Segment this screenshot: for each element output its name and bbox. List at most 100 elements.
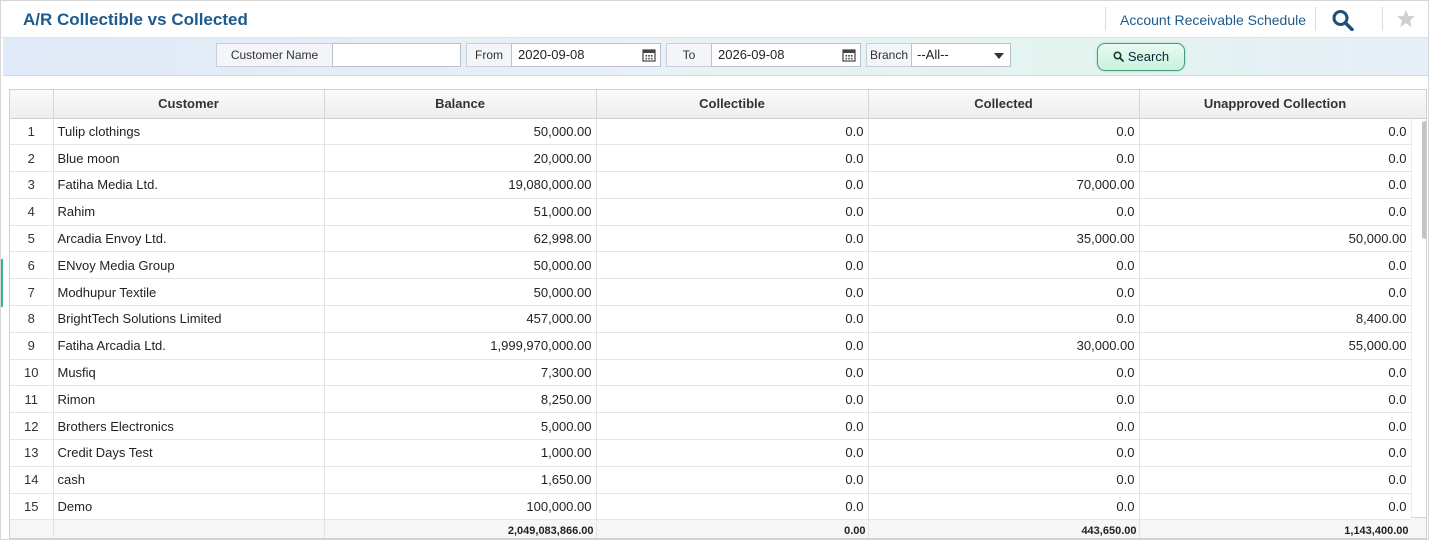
unapproved-collection-cell: 8,400.00	[1139, 305, 1412, 333]
search-icon[interactable]	[1331, 9, 1355, 32]
row-index: 5	[10, 225, 54, 253]
calendar-icon[interactable]	[842, 48, 856, 62]
collected-cell: 0.0	[868, 359, 1140, 387]
collected-cell: 0.0	[868, 144, 1140, 173]
collected-cell: 0.0	[868, 466, 1140, 494]
totals-cell-index	[10, 519, 54, 538]
balance-cell: 5,000.00	[324, 412, 597, 441]
table-row[interactable]: 7 Modhupur Textile 50,000.00 0.0 0.0 0.0	[10, 278, 1412, 307]
collectible-cell: 0.0	[596, 332, 869, 360]
unapproved-collection-cell: 0.0	[1139, 359, 1412, 387]
collectible-cell: 0.0	[596, 305, 869, 333]
row-index: 6	[10, 251, 54, 280]
filter-bar: Customer Name From 2020-09-08 To 2026-09…	[3, 38, 1428, 76]
chevron-down-icon	[994, 53, 1004, 59]
unapproved-collection-cell: 0.0	[1139, 171, 1412, 199]
table-row[interactable]: 10 Musfiq 7,300.00 0.0 0.0 0.0	[10, 359, 1412, 387]
collected-cell: 30,000.00	[868, 332, 1140, 360]
footer-scroll-spacer	[1411, 517, 1426, 538]
collected-cell: 0.0	[868, 251, 1140, 280]
collected-cell: 0.0	[868, 305, 1140, 333]
to-date-input[interactable]: 2026-09-08	[711, 43, 861, 67]
to-date-value: 2026-09-08	[718, 47, 785, 62]
row-index: 14	[10, 466, 54, 494]
results-table: Customer Balance Collectible Collected U…	[10, 90, 1412, 538]
table-row[interactable]: 13 Credit Days Test 1,000.00 0.0 0.0 0.0	[10, 439, 1412, 467]
unapproved-collection-cell: 0.0	[1139, 439, 1412, 467]
table-body: 1 Tulip clothings 50,000.00 0.0 0.0 0.0 2 Blue …	[10, 118, 1412, 521]
collected-cell: 0.0	[868, 278, 1140, 307]
collectible-cell: 0.0	[596, 171, 869, 199]
star-icon[interactable]	[1396, 9, 1416, 29]
row-index: 2	[10, 144, 54, 173]
balance-cell: 7,300.00	[324, 359, 597, 387]
account-receivable-schedule-link[interactable]: Account Receivable Schedule	[1120, 12, 1306, 28]
side-accent-bar	[1, 259, 3, 307]
table-row[interactable]: 1 Tulip clothings 50,000.00 0.0 0.0 0.0	[10, 118, 1412, 146]
collectible-cell: 0.0	[596, 466, 869, 494]
customer-cell: Arcadia Envoy Ltd.	[53, 225, 325, 253]
page-title: A/R Collectible vs Collected	[23, 10, 248, 29]
unapproved-collection-cell: 0.0	[1139, 144, 1412, 173]
app-window: A/R Collectible vs Collected Account Rec…	[0, 0, 1429, 540]
page-header: A/R Collectible vs Collected Account Rec…	[1, 1, 1428, 38]
total-collected: 443,650.00	[868, 519, 1140, 538]
collectible-cell: 0.0	[596, 144, 869, 173]
customer-cell: Tulip clothings	[53, 118, 325, 146]
collected-cell: 0.0	[868, 385, 1140, 414]
unapproved-collection-cell: 0.0	[1139, 198, 1412, 226]
header-divider	[1382, 7, 1383, 31]
table-row[interactable]: 4 Rahim 51,000.00 0.0 0.0 0.0	[10, 198, 1412, 226]
balance-cell: 8,250.00	[324, 385, 597, 414]
header-divider	[1105, 7, 1106, 31]
column-header-collected[interactable]: Collected	[868, 90, 1140, 119]
vertical-scrollbar[interactable]	[1411, 119, 1426, 517]
customer-cell: ENvoy Media Group	[53, 251, 325, 280]
collectible-cell: 0.0	[596, 278, 869, 307]
customer-cell: Brothers Electronics	[53, 412, 325, 441]
column-header-customer[interactable]: Customer	[53, 90, 325, 119]
column-header-collectible[interactable]: Collectible	[596, 90, 869, 119]
customer-cell: BrightTech Solutions Limited	[53, 305, 325, 333]
branch-select[interactable]: --All--	[911, 43, 1011, 67]
column-header-balance[interactable]: Balance	[324, 90, 597, 119]
from-date-input[interactable]: 2020-09-08	[511, 43, 661, 67]
balance-cell: 50,000.00	[324, 278, 597, 307]
calendar-icon[interactable]	[642, 48, 656, 62]
table-row[interactable]: 8 BrightTech Solutions Limited 457,000.00 0…	[10, 305, 1412, 333]
collectible-cell: 0.0	[596, 439, 869, 467]
table-row[interactable]: 6 ENvoy Media Group 50,000.00 0.0 0.0 0.0	[10, 251, 1412, 280]
customer-name-label: Customer Name	[216, 43, 333, 67]
table-row[interactable]: 11 Rimon 8,250.00 0.0 0.0 0.0	[10, 385, 1412, 414]
total-collectible: 0.00	[596, 519, 869, 538]
collectible-cell: 0.0	[596, 118, 869, 146]
balance-cell: 51,000.00	[324, 198, 597, 226]
results-grid: Customer Balance Collectible Collected U…	[9, 89, 1427, 539]
column-header-unapproved-collection[interactable]: Unapproved Collection	[1139, 90, 1412, 119]
customer-name-input[interactable]	[332, 43, 461, 67]
balance-cell: 100,000.00	[324, 493, 597, 521]
search-button[interactable]: Search	[1097, 43, 1185, 71]
row-index: 8	[10, 305, 54, 333]
table-row[interactable]: 15 Demo 100,000.00 0.0 0.0 0.0	[10, 493, 1412, 521]
unapproved-collection-cell: 0.0	[1139, 493, 1412, 521]
table-row[interactable]: 12 Brothers Electronics 5,000.00 0.0 0.0 0.0	[10, 412, 1412, 441]
table-row[interactable]: 2 Blue moon 20,000.00 0.0 0.0 0.0	[10, 144, 1412, 173]
table-row[interactable]: 3 Fatiha Media Ltd. 19,080,000.00 0.0 70,000…	[10, 171, 1412, 199]
table-row[interactable]: 9 Fatiha Arcadia Ltd. 1,999,970,000.00 0.0 3…	[10, 332, 1412, 360]
scrollbar-thumb[interactable]	[1422, 121, 1426, 239]
collected-cell: 0.0	[868, 412, 1140, 441]
column-header-index[interactable]	[10, 90, 54, 119]
collectible-cell: 0.0	[596, 412, 869, 441]
totals-cell-customer	[53, 519, 325, 538]
row-index: 10	[10, 359, 54, 387]
customer-cell: Blue moon	[53, 144, 325, 173]
table-row[interactable]: 5 Arcadia Envoy Ltd. 62,998.00 0.0 35,000.00…	[10, 225, 1412, 253]
header-scroll-spacer	[1411, 90, 1426, 119]
from-date-value: 2020-09-08	[518, 47, 585, 62]
customer-cell: Demo	[53, 493, 325, 521]
unapproved-collection-cell: 0.0	[1139, 385, 1412, 414]
collected-cell: 0.0	[868, 198, 1140, 226]
balance-cell: 19,080,000.00	[324, 171, 597, 199]
table-row[interactable]: 14 cash 1,650.00 0.0 0.0 0.0	[10, 466, 1412, 494]
